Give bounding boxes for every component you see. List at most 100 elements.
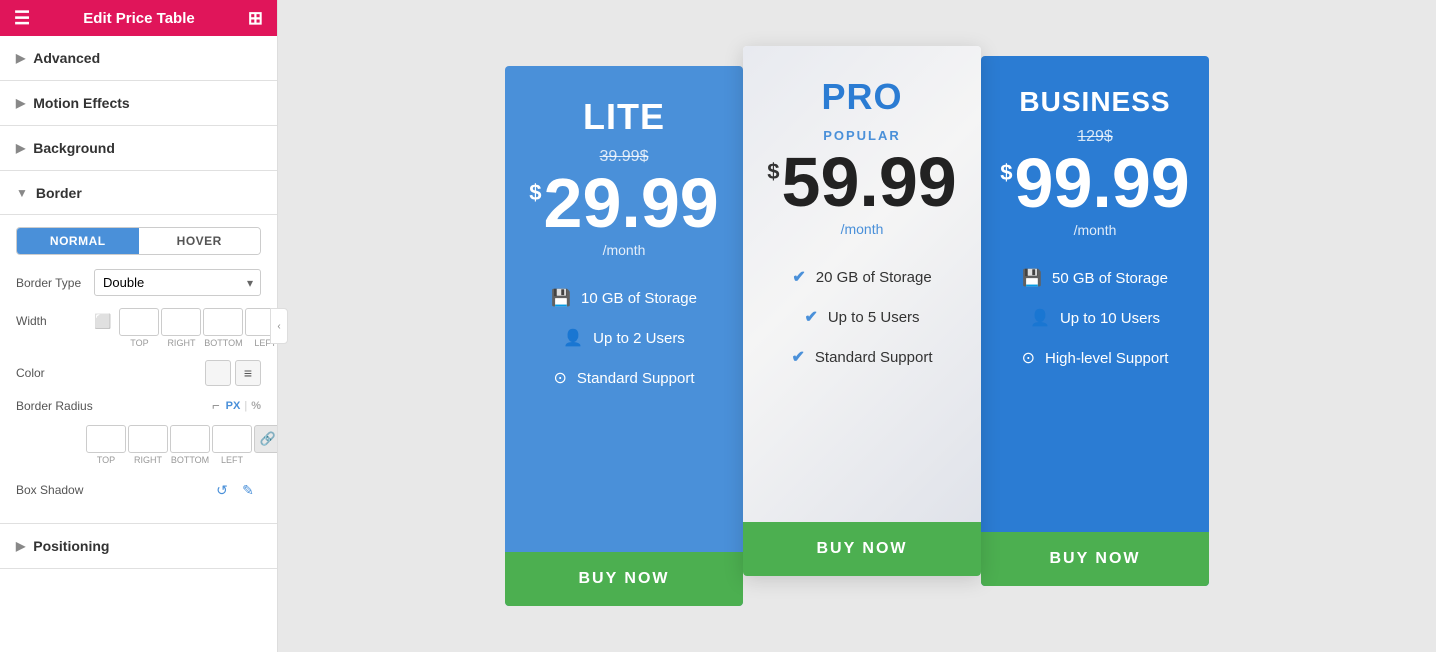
radius-right-group: RIGHT — [128, 425, 168, 465]
pro-feature-2: ✔ Up to 5 Users — [763, 297, 961, 337]
sidebar-header: ☰ Edit Price Table ⊞ — [0, 0, 277, 36]
radius-icon: ⌐ — [212, 398, 220, 413]
positioning-header[interactable]: ▶ Positioning — [0, 524, 277, 568]
pro-per-month: /month — [841, 221, 884, 237]
border-section: ▼ Border NORMAL HOVER Border Type None S… — [0, 171, 277, 524]
normal-toggle-btn[interactable]: NORMAL — [17, 228, 139, 254]
radius-bottom-group: BOTTOM — [170, 425, 210, 465]
radius-bottom-label: BOTTOM — [171, 455, 209, 465]
price-table: LITE 39.99$ $ 29.99 /month 💾 10 GB of St… — [505, 46, 1209, 606]
radius-units: PX | % — [226, 400, 261, 412]
border-label: Border — [36, 185, 82, 201]
lite-card: LITE 39.99$ $ 29.99 /month 💾 10 GB of St… — [505, 66, 743, 606]
pro-currency: $ — [767, 159, 779, 185]
sidebar-collapse-handle[interactable]: ‹ — [270, 308, 288, 344]
motion-effects-header[interactable]: ▶ Motion Effects — [0, 81, 277, 125]
width-top-input[interactable] — [119, 308, 159, 336]
percent-unit-btn[interactable]: % — [251, 400, 261, 412]
radius-left-input[interactable] — [212, 425, 252, 453]
px-unit-btn[interactable]: PX — [226, 400, 241, 412]
width-top-group: TOP — [119, 308, 159, 348]
motion-effects-label: Motion Effects — [33, 95, 129, 111]
business-feature-3-text: High-level Support — [1045, 350, 1168, 367]
radius-top-input[interactable] — [86, 425, 126, 453]
advanced-section: ▶ Advanced — [0, 36, 277, 81]
business-card: BUSINESS 129$ $ 99.99 /month 💾 50 GB of … — [981, 56, 1209, 586]
business-card-body: BUSINESS 129$ $ 99.99 /month 💾 50 GB of … — [981, 56, 1209, 532]
business-feature-1-text: 50 GB of Storage — [1052, 270, 1168, 287]
lite-feature-3: ⊙ Standard Support — [525, 358, 723, 398]
background-header[interactable]: ▶ Background — [0, 126, 277, 170]
radius-right-label: RIGHT — [134, 455, 162, 465]
radius-top-label: TOP — [97, 455, 115, 465]
color-swatch[interactable] — [205, 360, 231, 386]
business-price: 99.99 — [1015, 148, 1190, 218]
positioning-section: ▶ Positioning — [0, 524, 277, 569]
pro-price: 59.99 — [782, 147, 957, 217]
business-plan-name: BUSINESS — [1019, 86, 1170, 118]
pro-card: PRO POPULAR $ 59.99 /month ✔ 20 GB of St… — [743, 46, 981, 576]
radius-bottom-input[interactable] — [170, 425, 210, 453]
advanced-label: Advanced — [33, 50, 100, 66]
box-shadow-row: Box Shadow ↺ ✎ — [16, 477, 261, 503]
lite-price: 29.99 — [544, 168, 719, 238]
border-type-row: Border Type None Solid Double Dotted Das… — [16, 269, 261, 296]
lite-price-row: $ 29.99 — [529, 168, 718, 238]
sidebar-title: Edit Price Table — [83, 10, 194, 27]
pro-buy-btn[interactable]: BUY NOW — [743, 522, 981, 576]
radius-link-icon: 🔗 — [260, 431, 276, 447]
radius-inputs-row: TOP RIGHT BOTTOM LEFT 🔗 — [86, 425, 261, 465]
radius-left-group: LEFT — [212, 425, 252, 465]
pro-plan-name: PRO — [821, 76, 902, 118]
business-feature-2: 👤 Up to 10 Users — [1001, 298, 1189, 338]
box-shadow-edit-btn[interactable]: ✎ — [235, 477, 261, 503]
radius-inputs: TOP RIGHT BOTTOM LEFT 🔗 — [86, 425, 278, 465]
advanced-section-header[interactable]: ▶ Advanced — [0, 36, 277, 80]
chevron-right-icon-4: ▶ — [16, 539, 25, 553]
border-type-select-wrapper: None Solid Double Dotted Dashed Groove — [94, 269, 261, 296]
lite-plan-name: LITE — [583, 96, 665, 138]
width-icon: ⬜ — [94, 308, 111, 330]
lite-feature-2: 👤 Up to 2 Users — [525, 318, 723, 358]
chevron-right-icon-2: ▶ — [16, 96, 25, 110]
lite-currency: $ — [529, 180, 541, 206]
business-buy-btn[interactable]: BUY NOW — [981, 532, 1209, 586]
background-label: Background — [33, 140, 115, 156]
border-radius-row: Border Radius ⌐ PX | % — [16, 398, 261, 413]
pro-card-body: PRO POPULAR $ 59.99 /month ✔ 20 GB of St… — [743, 46, 981, 522]
radius-link-btn[interactable]: 🔗 — [254, 425, 278, 453]
border-type-label: Border Type — [16, 276, 86, 290]
motion-effects-section: ▶ Motion Effects — [0, 81, 277, 126]
box-shadow-reset-btn[interactable]: ↺ — [209, 477, 235, 503]
pro-price-row: $ 59.99 — [767, 147, 956, 217]
radius-right-input[interactable] — [128, 425, 168, 453]
sidebar: ☰ Edit Price Table ⊞ ▶ Advanced ▶ Motion… — [0, 0, 278, 652]
color-more-btn[interactable]: ≡ — [235, 360, 261, 386]
width-inputs: TOP RIGHT BOTTOM LEFT 🔗 — [119, 308, 278, 348]
business-feature-1: 💾 50 GB of Storage — [1001, 258, 1189, 298]
grid-icon[interactable]: ⊞ — [248, 8, 263, 29]
chevron-right-icon-3: ▶ — [16, 141, 25, 155]
pro-feature-1: ✔ 20 GB of Storage — [763, 257, 961, 297]
bottom-label: BOTTOM — [204, 338, 242, 348]
width-label: Width — [16, 308, 86, 328]
width-right-group: RIGHT — [161, 308, 201, 348]
business-currency: $ — [1000, 160, 1012, 186]
menu-icon[interactable]: ☰ — [14, 8, 30, 29]
storage-icon: 💾 — [551, 288, 571, 308]
business-per-month: /month — [1074, 222, 1117, 238]
border-type-select[interactable]: None Solid Double Dotted Dashed Groove — [94, 269, 261, 296]
support-icon: ⊙ — [554, 368, 567, 388]
width-right-input[interactable] — [161, 308, 201, 336]
pro-feature-3: ✔ Standard Support — [763, 337, 961, 377]
chevron-down-icon: ▼ — [16, 186, 28, 200]
lite-feature-1-text: 10 GB of Storage — [581, 290, 697, 307]
top-label: TOP — [130, 338, 148, 348]
check-icon-1: ✔ — [792, 267, 805, 287]
lite-buy-btn[interactable]: BUY NOW — [505, 552, 743, 606]
border-section-header[interactable]: ▼ Border — [0, 171, 277, 215]
hover-toggle-btn[interactable]: HOVER — [139, 228, 261, 254]
pro-feature-1-text: 20 GB of Storage — [816, 269, 932, 286]
box-shadow-label: Box Shadow — [16, 483, 209, 497]
width-bottom-input[interactable] — [203, 308, 243, 336]
